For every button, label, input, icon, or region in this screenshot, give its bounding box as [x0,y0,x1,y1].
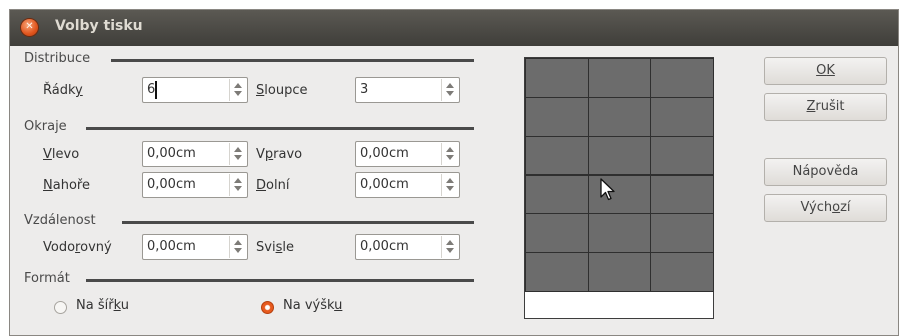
preview-cell [650,135,714,176]
section-distance: Vzdálenost [24,213,96,228]
preview-cell [587,96,652,137]
spin-separator [441,143,442,165]
horizontal-distance-label: Vodorovný [43,240,112,255]
help-button[interactable]: Nápověda [764,158,887,186]
section-divider [122,221,474,224]
preview-cell [525,174,589,215]
preview-cell [587,58,652,98]
text-cursor [155,81,157,99]
print-options-dialog: ✕ Volby tisku Distribuce Řádky 6 Sloupce… [9,9,899,336]
spin-separator [441,79,442,101]
spin-arrows-icon[interactable] [234,175,244,195]
cancel-button[interactable]: Zrušit [764,93,887,121]
margin-top-label: Nahoře [43,178,90,193]
section-distribution: Distribuce [24,51,91,66]
columns-label: Sloupce [256,83,308,98]
horizontal-distance-spinbox[interactable]: 0,00cm [142,234,248,260]
close-button[interactable]: ✕ [21,19,38,36]
mouse-pointer-icon [600,178,615,201]
landscape-radio[interactable] [54,301,67,314]
section-divider [86,279,474,282]
spin-arrows-icon[interactable] [446,237,456,257]
margin-left-label: Vlevo [43,147,80,162]
preview-cell [650,96,714,137]
section-margins: Okraje [24,119,67,134]
margin-left-spinbox[interactable]: 0,00cm [142,141,248,167]
rows-label: Řádky [43,83,83,98]
spin-arrows-icon[interactable] [446,80,456,100]
preview-cell [650,213,714,254]
spin-separator [229,79,230,101]
section-format: Formát [24,271,70,286]
default-button[interactable]: Výchozí [764,194,887,222]
page-preview [524,57,714,319]
spin-separator [229,174,230,196]
preview-cell [587,174,652,215]
preview-cell [525,58,589,98]
preview-cell [525,96,589,137]
spin-separator [229,143,230,165]
vertical-distance-spinbox[interactable]: 0,00cm [355,234,460,260]
margin-top-spinbox[interactable]: 0,00cm [142,172,248,198]
margin-right-spinbox[interactable]: 0,00cm [355,141,460,167]
portrait-radio[interactable] [261,301,274,314]
horizontal-distance-value: 0,00cm [147,239,196,254]
landscape-label[interactable]: Na šířku [76,298,129,313]
spin-separator [441,236,442,258]
ok-button[interactable]: OK [764,57,887,85]
columns-value: 3 [360,82,369,97]
margin-bottom-label: Dolní [256,178,290,193]
spin-arrows-icon[interactable] [234,237,244,257]
spin-arrows-icon[interactable] [446,144,456,164]
preview-cell [525,252,589,292]
preview-cell [525,213,589,254]
section-divider [111,59,474,62]
preview-cell [650,58,714,98]
preview-cell [587,213,652,254]
spin-separator [441,174,442,196]
preview-cell [650,252,714,292]
vertical-distance-value: 0,00cm [360,239,409,254]
spin-separator [229,236,230,258]
margin-bottom-value: 0,00cm [360,177,409,192]
margin-bottom-spinbox[interactable]: 0,00cm [355,172,460,198]
spin-arrows-icon[interactable] [234,80,244,100]
preview-cell [650,174,714,215]
rows-spinbox[interactable]: 6 [142,77,248,103]
section-divider [86,127,474,130]
columns-spinbox[interactable]: 3 [355,77,460,103]
margin-right-label: Vpravo [256,147,303,162]
spin-arrows-icon[interactable] [234,144,244,164]
preview-cell [587,252,652,292]
portrait-label[interactable]: Na výšku [283,298,342,313]
preview-cell [525,135,589,176]
margin-left-value: 0,00cm [147,146,196,161]
close-icon: ✕ [25,21,34,32]
spin-arrows-icon[interactable] [446,175,456,195]
margin-right-value: 0,00cm [360,146,409,161]
margin-top-value: 0,00cm [147,177,196,192]
title-bar[interactable]: ✕ Volby tisku [10,10,898,46]
vertical-distance-label: Svisle [256,240,294,255]
dialog-title: Volby tisku [55,18,143,34]
preview-cell [587,135,652,176]
